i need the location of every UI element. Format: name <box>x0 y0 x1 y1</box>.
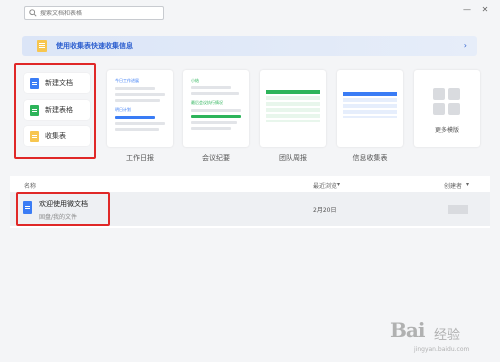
top-bar: — ✕ <box>0 0 500 27</box>
new-form-button[interactable]: 收集表 <box>24 126 90 146</box>
col-name[interactable]: 名称 <box>24 181 36 190</box>
file-list: 名称 最近浏览 ▾ 创建者 ▾ 欢迎使用微文档 固盘/我的文件 2月20日 <box>10 176 490 228</box>
file-list-header: 名称 最近浏览 ▾ 创建者 ▾ <box>10 179 490 191</box>
template-meeting-minutes[interactable]: 小结 最后会议执行情况 <box>183 70 249 147</box>
template-daily-report[interactable]: 今日工作进展 明日计划 <box>107 70 173 147</box>
chevron-down-icon[interactable]: ▾ <box>466 181 469 188</box>
template-info-collect-label: 信息收集表 <box>352 154 388 162</box>
template-meeting-minutes-label: 会议纪要 <box>202 154 230 162</box>
minimize-button[interactable]: — <box>462 4 472 14</box>
new-form-label: 收集表 <box>45 132 66 140</box>
collect-form-banner[interactable]: 使用收集表快速收集信息 › <box>22 36 477 56</box>
close-button[interactable]: ✕ <box>480 4 490 14</box>
sheet-icon <box>30 104 39 116</box>
form-icon <box>30 130 39 142</box>
col-recent[interactable]: 最近浏览 <box>313 181 337 190</box>
template-daily-report-label: 工作日报 <box>126 154 154 162</box>
new-doc-label: 新建文档 <box>45 79 73 87</box>
creator-avatar <box>448 205 468 214</box>
chevron-right-icon: › <box>463 41 467 50</box>
grid-icon <box>433 88 461 116</box>
chevron-down-icon[interactable]: ▾ <box>337 181 340 188</box>
watermark-url: jingyan.baidu.com <box>414 346 470 353</box>
new-sheet-label: 新建表格 <box>45 106 73 114</box>
search-input[interactable] <box>40 9 150 17</box>
new-sheet-button[interactable]: 新建表格 <box>24 100 90 120</box>
watermark-brand: Bai <box>390 318 425 342</box>
preview-sub: 明日计划 <box>115 107 131 112</box>
doc-icon <box>30 77 39 89</box>
search-icon <box>29 9 37 17</box>
form-icon <box>37 40 47 52</box>
new-file-panel: 新建文档 新建表格 收集表 <box>14 63 96 159</box>
template-info-collect[interactable] <box>337 70 403 147</box>
watermark-sub: 经验 <box>434 328 461 343</box>
template-team-weekly[interactable] <box>260 70 326 147</box>
banner-text: 使用收集表快速收集信息 <box>56 42 133 50</box>
template-team-weekly-label: 团队周报 <box>279 154 307 162</box>
preview-heading: 今日工作进展 <box>115 78 139 83</box>
preview-sub: 最后会议执行情况 <box>191 100 223 105</box>
col-creator[interactable]: 创建者 <box>444 181 462 190</box>
preview-heading: 小结 <box>191 78 199 83</box>
template-more[interactable]: 更多模版 <box>414 70 480 147</box>
file-date: 2月20日 <box>313 207 337 214</box>
new-doc-button[interactable]: 新建文档 <box>24 73 90 93</box>
row-highlight <box>16 192 110 226</box>
watermark: Bai 经验 jingyan.baidu.com <box>390 316 498 360</box>
search-box[interactable] <box>24 6 164 20</box>
more-templates-label: 更多模版 <box>434 127 459 134</box>
